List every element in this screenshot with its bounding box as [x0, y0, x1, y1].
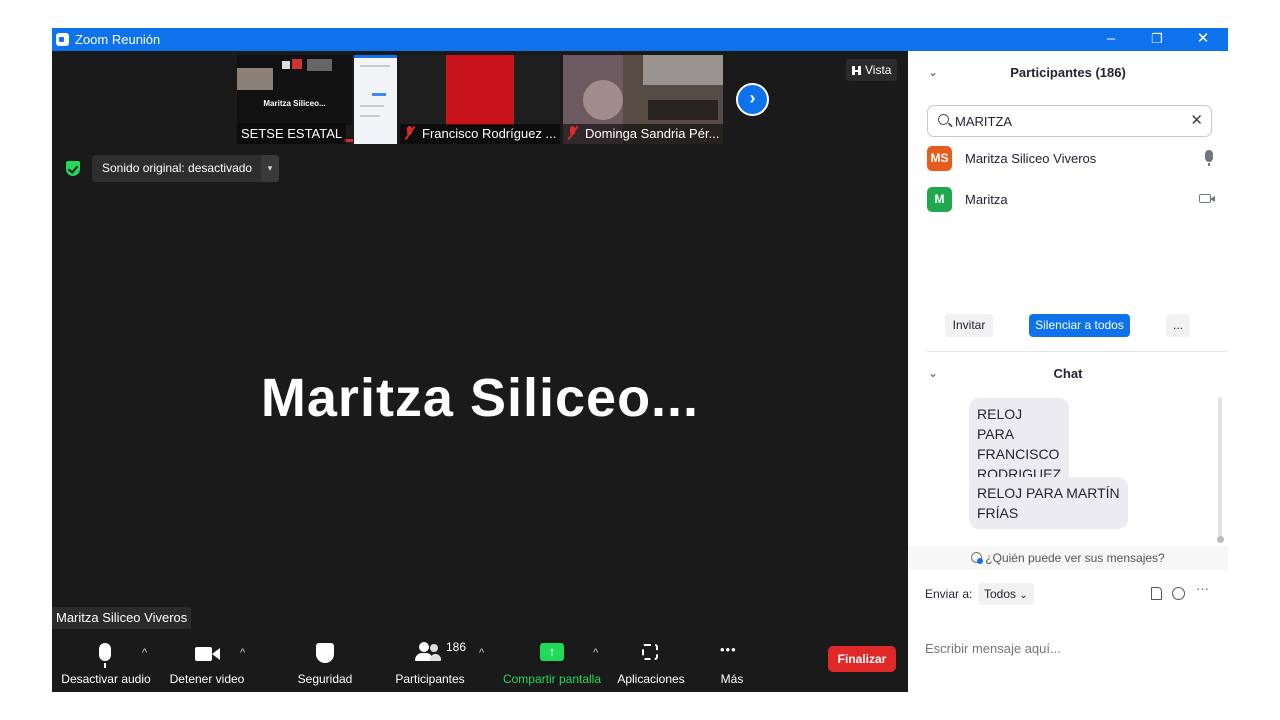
thumbnail-label: Dominga Sandria Pér... [585, 126, 720, 141]
view-button-label: Vista [865, 63, 892, 77]
close-button[interactable]: ✕ [1180, 28, 1226, 51]
chat-scroll-thumb[interactable] [1217, 536, 1224, 543]
thumbnail-video-feed [446, 55, 514, 125]
next-page-button[interactable]: › [736, 83, 769, 116]
apps-icon [642, 644, 658, 660]
search-icon [938, 114, 949, 125]
active-speaker-name: Maritza Siliceo... [260, 368, 700, 428]
emoji-icon[interactable] [1172, 587, 1185, 600]
share-screen-label: Compartir pantalla [502, 672, 602, 686]
chat-title: Chat [1053, 366, 1083, 381]
video-options-caret[interactable]: ^ [240, 647, 245, 659]
encryption-shield-icon[interactable] [66, 161, 80, 176]
shield-icon [316, 643, 334, 663]
thumbnail-screen-content: Maritza Siliceo... [237, 55, 352, 125]
mute-audio-label: Desactivar audio [61, 672, 151, 686]
more-icon: ••• [720, 642, 737, 657]
video-thumbnail-1[interactable]: Maritza Siliceo... SETSE ESTATAL [237, 55, 397, 144]
video-thumbnail-2[interactable]: Francisco Rodríguez ... [400, 55, 560, 144]
send-to-dropdown[interactable]: Todos ⌄ [978, 583, 1034, 605]
chat-message-input[interactable] [925, 641, 1215, 656]
video-thumbnail-3[interactable]: Dominga Sandria Pér... [563, 55, 723, 144]
chevron-down-icon: ⌄ [1019, 590, 1028, 601]
participants-button[interactable]: 186 Participantes [392, 633, 468, 692]
speaker-name-tag: Maritza Siliceo Viveros [52, 607, 192, 629]
end-meeting-button[interactable]: Finalizar [828, 646, 896, 672]
search-input[interactable] [955, 112, 1185, 130]
mic-muted-icon [404, 126, 416, 140]
who-can-see-text: ¿Quién puede ver sus mensajes? [985, 551, 1165, 565]
zoom-window: Zoom Reunión – ❐ ✕ Maritza Siliceo... SE… [52, 28, 1228, 692]
camera-icon [195, 647, 212, 661]
minimize-button[interactable]: – [1088, 28, 1134, 51]
avatar: MS [927, 146, 952, 171]
share-screen-icon: ↑ [540, 643, 564, 661]
thumbnail-label: Francisco Rodríguez ... [422, 126, 557, 141]
more-button[interactable]: ••• Más [712, 633, 752, 692]
original-sound-toggle[interactable]: Sonido original: desactivado [92, 155, 268, 182]
participants-label: Participantes [395, 672, 465, 686]
participant-row[interactable]: M Maritza [927, 187, 1217, 215]
user-visibility-icon [971, 552, 984, 564]
chat-scrollbar[interactable] [1218, 397, 1222, 537]
avatar: M [927, 187, 952, 212]
participants-options-caret[interactable]: ^ [479, 647, 484, 659]
chat-more-icon[interactable]: ··· [1196, 581, 1209, 596]
share-options-caret[interactable]: ^ [593, 647, 598, 659]
thumbnail-label-row: Francisco Rodríguez ... [400, 124, 560, 144]
zoom-app-icon [56, 33, 69, 46]
send-to-value: Todos [984, 587, 1017, 601]
security-label: Seguridad [297, 672, 353, 686]
audio-options-caret[interactable]: ^ [142, 647, 147, 659]
file-attach-icon[interactable] [1151, 587, 1162, 600]
side-panel: ⌄ Participantes (186) ✕ MS Maritza Silic… [908, 51, 1228, 692]
stop-video-label: Detener video [169, 672, 245, 686]
mute-all-button[interactable]: Silenciar a todos [1029, 314, 1130, 337]
send-to-label: Enviar a: [925, 587, 973, 601]
security-button[interactable]: Seguridad [292, 633, 358, 692]
participants-title: Participantes (186) [1010, 65, 1126, 80]
apps-label: Aplicaciones [617, 672, 685, 686]
participant-name: Maritza [965, 192, 1008, 207]
video-stage: Maritza Siliceo... SETSE ESTATAL Francis… [52, 51, 908, 692]
participants-icon [419, 642, 429, 652]
mic-icon[interactable] [1205, 150, 1213, 166]
mic-muted-icon [567, 126, 579, 140]
thumbnail-inner-name: Maritza Siliceo... [263, 99, 326, 108]
participant-search[interactable]: ✕ [927, 105, 1212, 137]
participant-name: Maritza Siliceo Viveros [965, 151, 1097, 166]
more-label: Más [720, 672, 744, 686]
clear-search-icon[interactable]: ✕ [1190, 111, 1203, 129]
camera-icon[interactable] [1199, 194, 1215, 203]
stop-video-button[interactable]: Detener video [167, 633, 247, 692]
invite-button[interactable]: Invitar [945, 314, 993, 337]
participants-header: ⌄ Participantes (186) [908, 51, 1228, 95]
thumbnail-shared-screen [354, 55, 397, 144]
microphone-icon [99, 643, 111, 661]
thumbnail-label-row: Dominga Sandria Pér... [563, 124, 723, 144]
participants-count: 186 [446, 640, 467, 654]
thumbnail-label: SETSE ESTATAL [237, 124, 347, 144]
restore-button[interactable]: ❐ [1134, 28, 1180, 51]
share-screen-button[interactable]: ↑ Compartir pantalla [500, 633, 604, 692]
chat-message: RELOJ PARA MARTÍN FRÍAS [969, 477, 1128, 529]
meeting-toolbar: Desactivar audio ^ Detener video ^ Segur… [52, 633, 908, 692]
title-bar: Zoom Reunión – ❐ ✕ [52, 28, 1228, 51]
mute-audio-button[interactable]: Desactivar audio [60, 633, 152, 692]
who-can-see-link[interactable]: ¿Quién puede ver sus mensajes? [908, 546, 1228, 570]
divider [927, 351, 1228, 352]
original-sound-dropdown[interactable]: ▾ [261, 155, 279, 182]
grid-icon [852, 66, 861, 75]
apps-button[interactable]: Aplicaciones [615, 633, 687, 692]
window-title: Zoom Reunión [75, 32, 161, 47]
view-button[interactable]: Vista [846, 59, 898, 81]
participants-more-button[interactable]: ... [1166, 314, 1190, 337]
participant-row[interactable]: MS Maritza Siliceo Viveros [927, 146, 1217, 174]
